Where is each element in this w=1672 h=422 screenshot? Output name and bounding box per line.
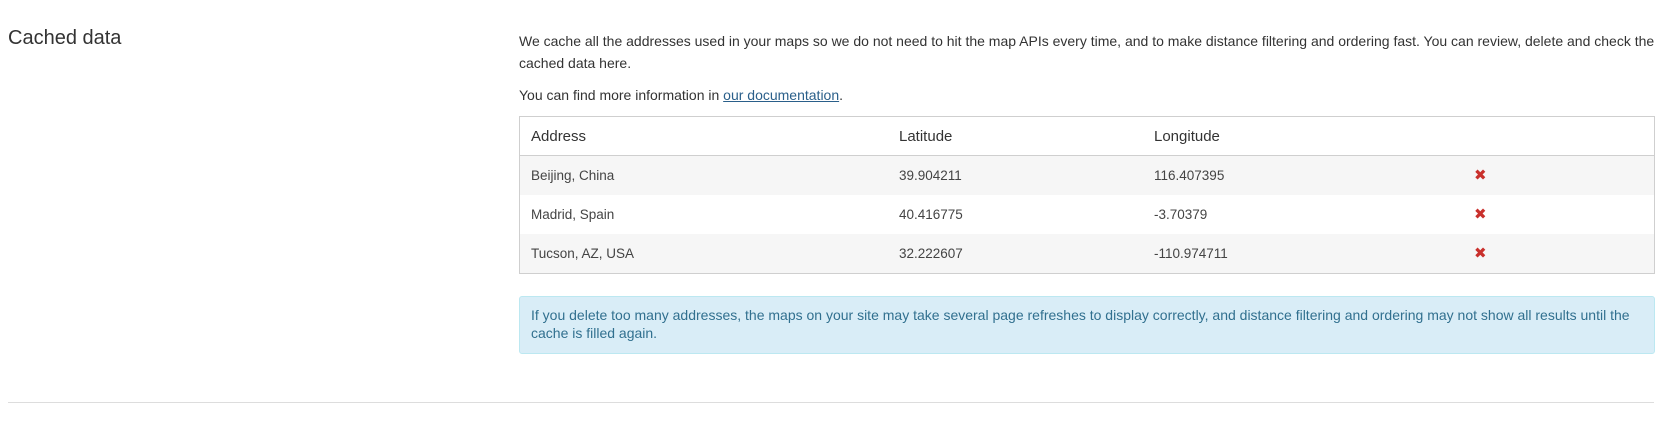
section-title: Cached data: [8, 27, 122, 49]
close-icon[interactable]: ✖: [1474, 246, 1487, 261]
address-cell: Beijing, China: [519, 155, 888, 195]
table-header-row: Address Latitude Longitude: [519, 116, 1655, 156]
address-column-header: Address: [519, 116, 888, 156]
cached-data-panel: We cache all the addresses used in your …: [519, 30, 1655, 354]
documentation-link[interactable]: our documentation: [723, 87, 839, 103]
address-cell: Tucson, AZ, USA: [519, 234, 888, 274]
table-row: Madrid, Spain 40.416775 -3.70379 ✖: [519, 195, 1655, 234]
more-info-text: You can find more information in our doc…: [519, 84, 1655, 106]
longitude-column-header: Longitude: [1143, 116, 1463, 156]
actions-column-header: [1463, 116, 1655, 156]
info-alert: If you delete too many addresses, the ma…: [519, 296, 1655, 354]
close-icon[interactable]: ✖: [1474, 207, 1487, 222]
actions-cell: ✖: [1463, 195, 1655, 234]
actions-cell: ✖: [1463, 234, 1655, 274]
table-row: Tucson, AZ, USA 32.222607 -110.974711 ✖: [519, 234, 1655, 274]
section-divider: [8, 402, 1654, 403]
latitude-column-header: Latitude: [888, 116, 1143, 156]
latitude-cell: 39.904211: [888, 155, 1143, 195]
longitude-cell: 116.407395: [1143, 155, 1463, 195]
table-row: Beijing, China 39.904211 116.407395 ✖: [519, 155, 1655, 195]
longitude-cell: -110.974711: [1143, 234, 1463, 274]
address-cell: Madrid, Spain: [519, 195, 888, 234]
latitude-cell: 32.222607: [888, 234, 1143, 274]
more-info-prefix: You can find more information in: [519, 87, 724, 103]
intro-text: We cache all the addresses used in your …: [519, 33, 1655, 71]
actions-cell: ✖: [1463, 155, 1655, 195]
more-info-suffix: .: [839, 87, 844, 103]
cached-addresses-table: Address Latitude Longitude Beijing, Chin…: [519, 116, 1655, 274]
close-icon[interactable]: ✖: [1474, 168, 1487, 183]
latitude-cell: 40.416775: [888, 195, 1143, 234]
longitude-cell: -3.70379: [1143, 195, 1463, 234]
